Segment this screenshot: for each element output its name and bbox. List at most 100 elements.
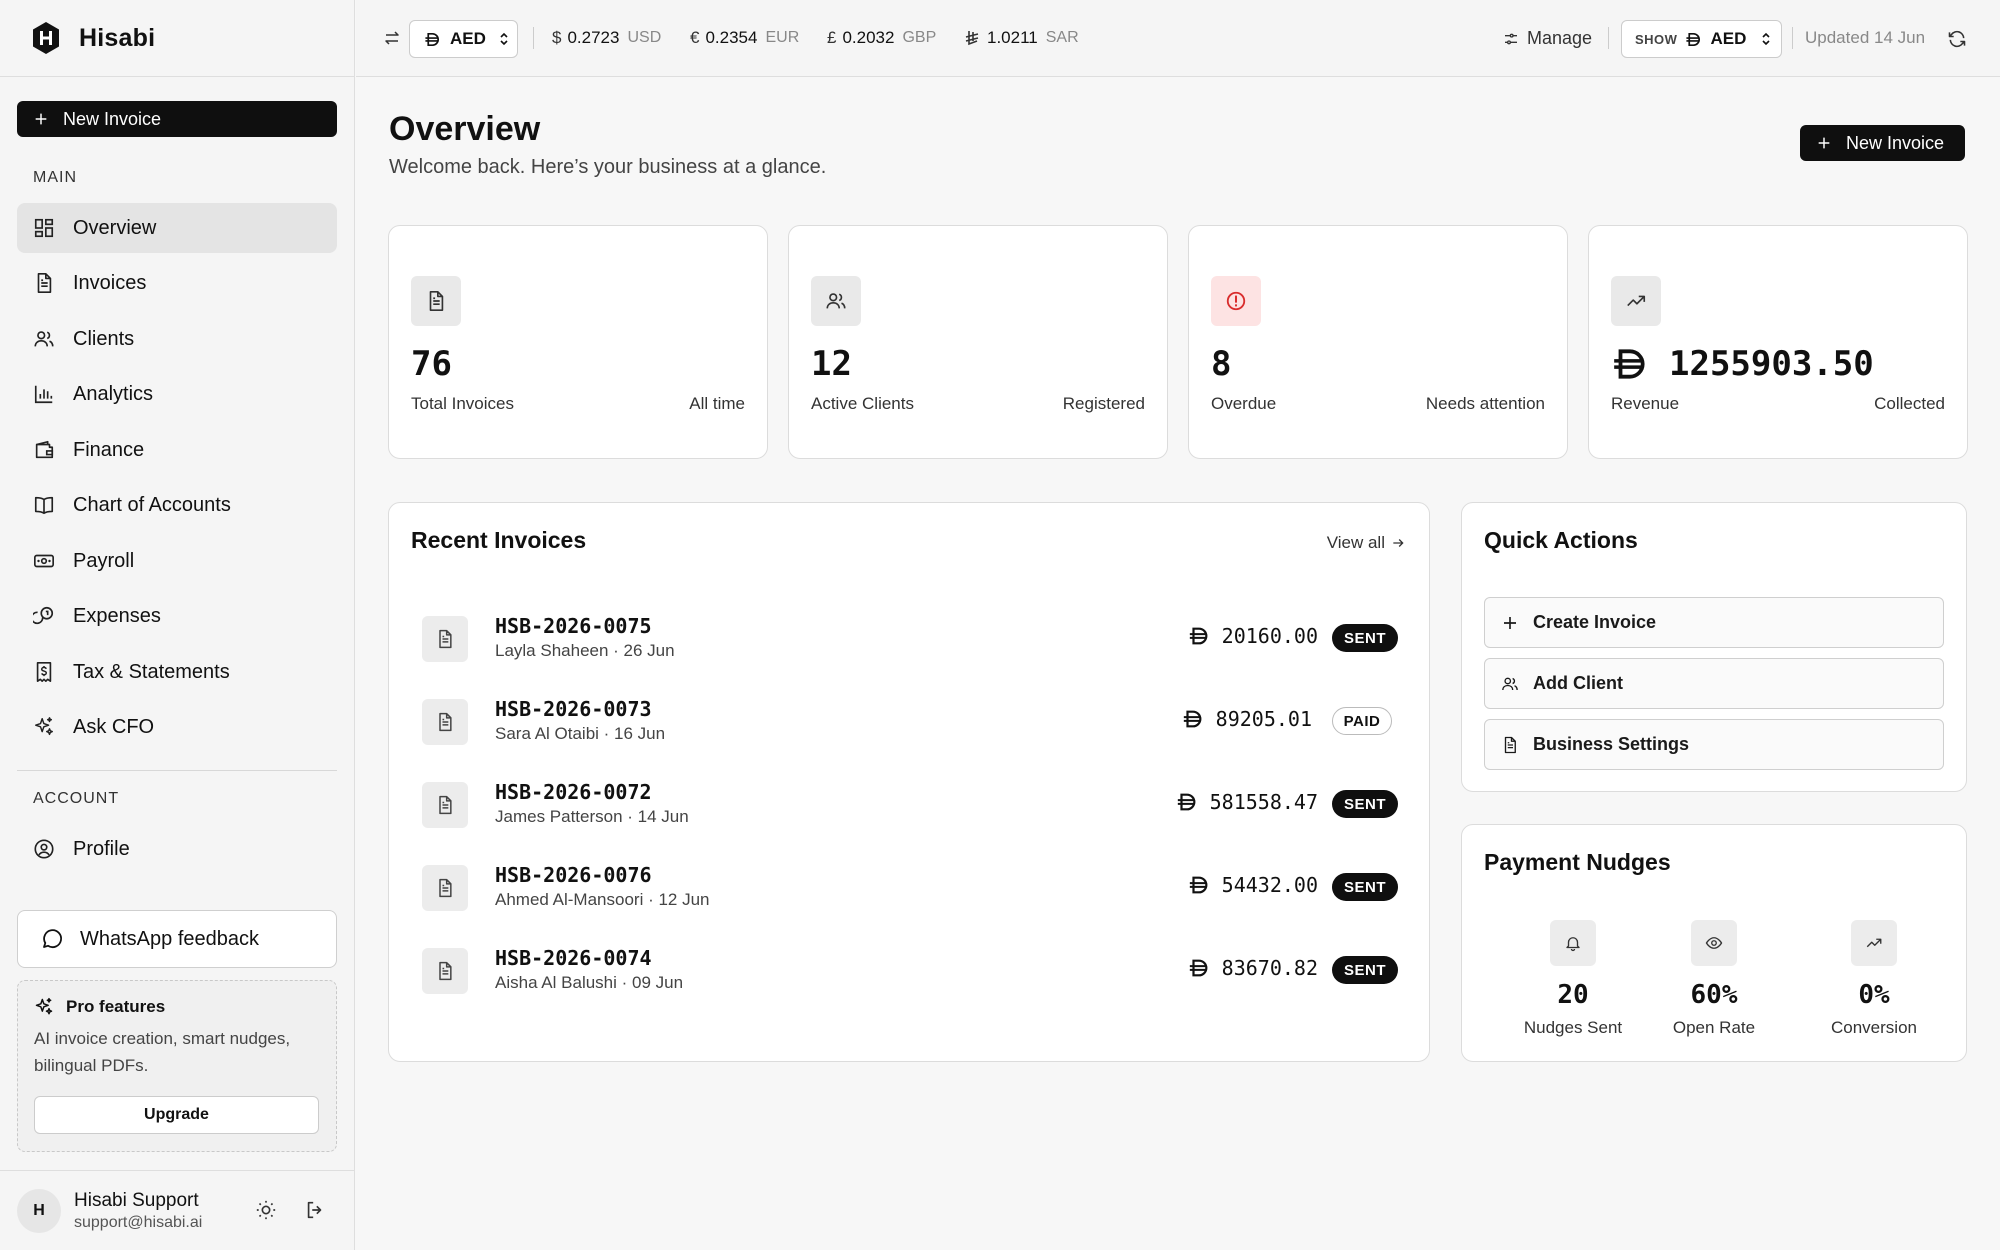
business-settings-button[interactable]: Business Settings <box>1484 719 1944 770</box>
brand-name: Hisabi <box>79 23 156 52</box>
sidebar-item-payroll[interactable]: Payroll <box>17 536 337 586</box>
sun-icon[interactable] <box>255 1199 277 1221</box>
stat-value: 76 <box>411 344 452 384</box>
dirham-icon <box>424 31 441 48</box>
stat-label: Overdue <box>1211 394 1277 413</box>
sparkles-icon <box>35 997 53 1015</box>
page-title: Overview <box>389 110 541 148</box>
sidebar-item-ask-cfo[interactable]: Ask CFO <box>17 702 337 752</box>
dirham-icon <box>1188 957 1210 979</box>
manage-label: Manage <box>1527 28 1593 48</box>
coins-icon <box>33 606 54 625</box>
sidebar-item-label: Ask CFO <box>73 715 155 738</box>
main-section-label: MAIN <box>33 169 77 186</box>
sidebar-item-chart-of-accounts[interactable]: Chart of Accounts <box>17 480 337 530</box>
sidebar-item-clients[interactable]: Clients <box>17 314 337 364</box>
sidebar-item-analytics[interactable]: Analytics <box>17 369 337 419</box>
pro-features-title: Pro features <box>34 997 320 1017</box>
invoice-row[interactable]: HSB-2026-0076 Ahmed Al-Mansoori · 12 Jun… <box>422 859 1398 919</box>
swap-arrows-icon[interactable] <box>383 29 401 47</box>
sidebar-item-profile[interactable]: Profile <box>17 824 337 874</box>
stat-card-total-invoices[interactable]: 76 Total Invoices All time <box>388 225 768 459</box>
invoice-row[interactable]: HSB-2026-0074 Aisha Al Balushi · 09 Jun … <box>422 942 1398 1002</box>
nudge-icon <box>1691 920 1737 966</box>
new-invoice-button[interactable]: New Invoice <box>1800 125 1965 161</box>
plus-icon <box>1816 135 1832 151</box>
brand[interactable]: Hisabi <box>0 0 354 77</box>
sidebar-item-expenses[interactable]: Expenses <box>17 591 337 641</box>
sidebar-new-invoice-button[interactable]: New Invoice <box>17 101 337 137</box>
invoice-icon <box>422 616 468 662</box>
stat-icon <box>411 276 461 326</box>
status-badge: SENT <box>1332 790 1398 818</box>
invoice-row[interactable]: HSB-2026-0072 James Patterson · 14 Jun 5… <box>422 776 1398 836</box>
amount-value: 89205.01 <box>1215 707 1312 731</box>
bell-icon <box>1566 937 1580 952</box>
rate-code: EUR <box>765 29 800 46</box>
invoice-amount: 89205.01 <box>1182 707 1312 731</box>
sparkles-icon <box>35 717 53 736</box>
bar-chart-icon <box>34 385 53 404</box>
manage-button[interactable]: Manage <box>1503 28 1592 49</box>
nudge-label: Open Rate <box>1672 1018 1756 1037</box>
view-all-link[interactable]: View all <box>1327 533 1405 553</box>
file-icon <box>435 629 455 649</box>
recent-invoices-panel: Recent Invoices View all HSB-2026-0075 L… <box>388 502 1430 1062</box>
stat-card-active-clients[interactable]: 12 Active Clients Registered <box>788 225 1168 459</box>
sidebar-item-invoices[interactable]: Invoices <box>17 258 337 308</box>
file-icon <box>435 961 455 981</box>
sidebar-item-label: Tax & Statements <box>73 660 230 683</box>
stat-card-overdue[interactable]: 8 Overdue Needs attention <box>1188 225 1568 459</box>
topbar: AED $0.2723 USD €0.2354 EUR £0.2032 GBP 1.0… <box>356 0 2000 77</box>
add-client-button[interactable]: Add Client <box>1484 658 1944 709</box>
file-icon <box>435 712 455 732</box>
revenue-amount: 1255903.50 <box>1669 344 1874 384</box>
user-footer: H Hisabi Support support@hisabi.ai <box>0 1170 355 1250</box>
base-currency-value: AED <box>450 29 486 48</box>
stat-icon <box>811 276 861 326</box>
sidebar-item-tax-statements[interactable]: Tax & Statements <box>17 647 337 697</box>
rate-usd: $0.2723 USD <box>552 28 661 48</box>
whatsapp-feedback-button[interactable]: WhatsApp feedback <box>17 910 337 968</box>
avatar[interactable]: H <box>17 1188 61 1233</box>
nudge-value: 20 <box>1557 980 1589 1010</box>
sidebar-item-label: Analytics <box>73 382 154 405</box>
display-currency-select[interactable]: SHOW AED <box>1621 20 1782 58</box>
file-icon <box>435 878 455 898</box>
refresh-icon[interactable] <box>1947 29 1967 49</box>
invoice-row[interactable]: HSB-2026-0073 Sara Al Otaibi · 16 Jun 89… <box>422 693 1398 753</box>
upgrade-button[interactable]: Upgrade <box>34 1096 319 1134</box>
new-invoice-label: New Invoice <box>63 108 162 129</box>
stat-card-revenue[interactable]: 1255903.50 Revenue Collected <box>1588 225 1968 459</box>
new-invoice-label: New Invoice <box>1846 132 1945 153</box>
eye-icon <box>1705 937 1723 949</box>
account-section-label: ACCOUNT <box>33 790 120 807</box>
invoice-amount: 581558.47 <box>1176 790 1318 814</box>
show-currency-value: AED <box>1710 29 1747 48</box>
create-invoice-button[interactable]: Create Invoice <box>1484 597 1944 648</box>
invoice-meta: Layla Shaheen · 26 Jun <box>495 641 675 660</box>
dirham-icon <box>1182 708 1204 730</box>
invoice-meta: Ahmed Al-Mansoori · 12 Jun <box>495 890 710 909</box>
stat-note: Collected <box>1874 394 1945 413</box>
invoice-meta: James Patterson · 14 Jun <box>495 807 689 826</box>
user-info: Hisabi Support support@hisabi.ai <box>74 1190 202 1232</box>
hisabi-logo-icon <box>33 22 59 54</box>
wallet-icon <box>35 440 54 459</box>
sidebar: Hisabi New Invoice MAIN Overview Invoice… <box>0 0 355 1250</box>
sidebar-item-overview[interactable]: Overview <box>17 203 337 253</box>
logout-icon[interactable] <box>304 1199 326 1221</box>
base-currency-select[interactable]: AED <box>409 20 518 58</box>
invoice-meta: Aisha Al Balushi · 09 Jun <box>495 973 684 992</box>
status-badge: SENT <box>1332 873 1398 901</box>
payment-nudges-panel: Payment Nudges 20 Nudges Sent 60% Open R… <box>1461 824 1967 1062</box>
sidebar-item-label: Clients <box>73 327 135 350</box>
invoice-row[interactable]: HSB-2026-0075 Layla Shaheen · 26 Jun 201… <box>422 610 1398 670</box>
sidebar-item-finance[interactable]: Finance <box>17 425 337 475</box>
nudge-label: Nudges Sent <box>1523 1018 1623 1037</box>
book-icon <box>34 496 54 515</box>
dirham-icon <box>1176 791 1198 813</box>
invoice-icon <box>422 782 468 828</box>
amount-value: 20160.00 <box>1221 624 1318 648</box>
stat-label: Active Clients <box>811 394 914 413</box>
